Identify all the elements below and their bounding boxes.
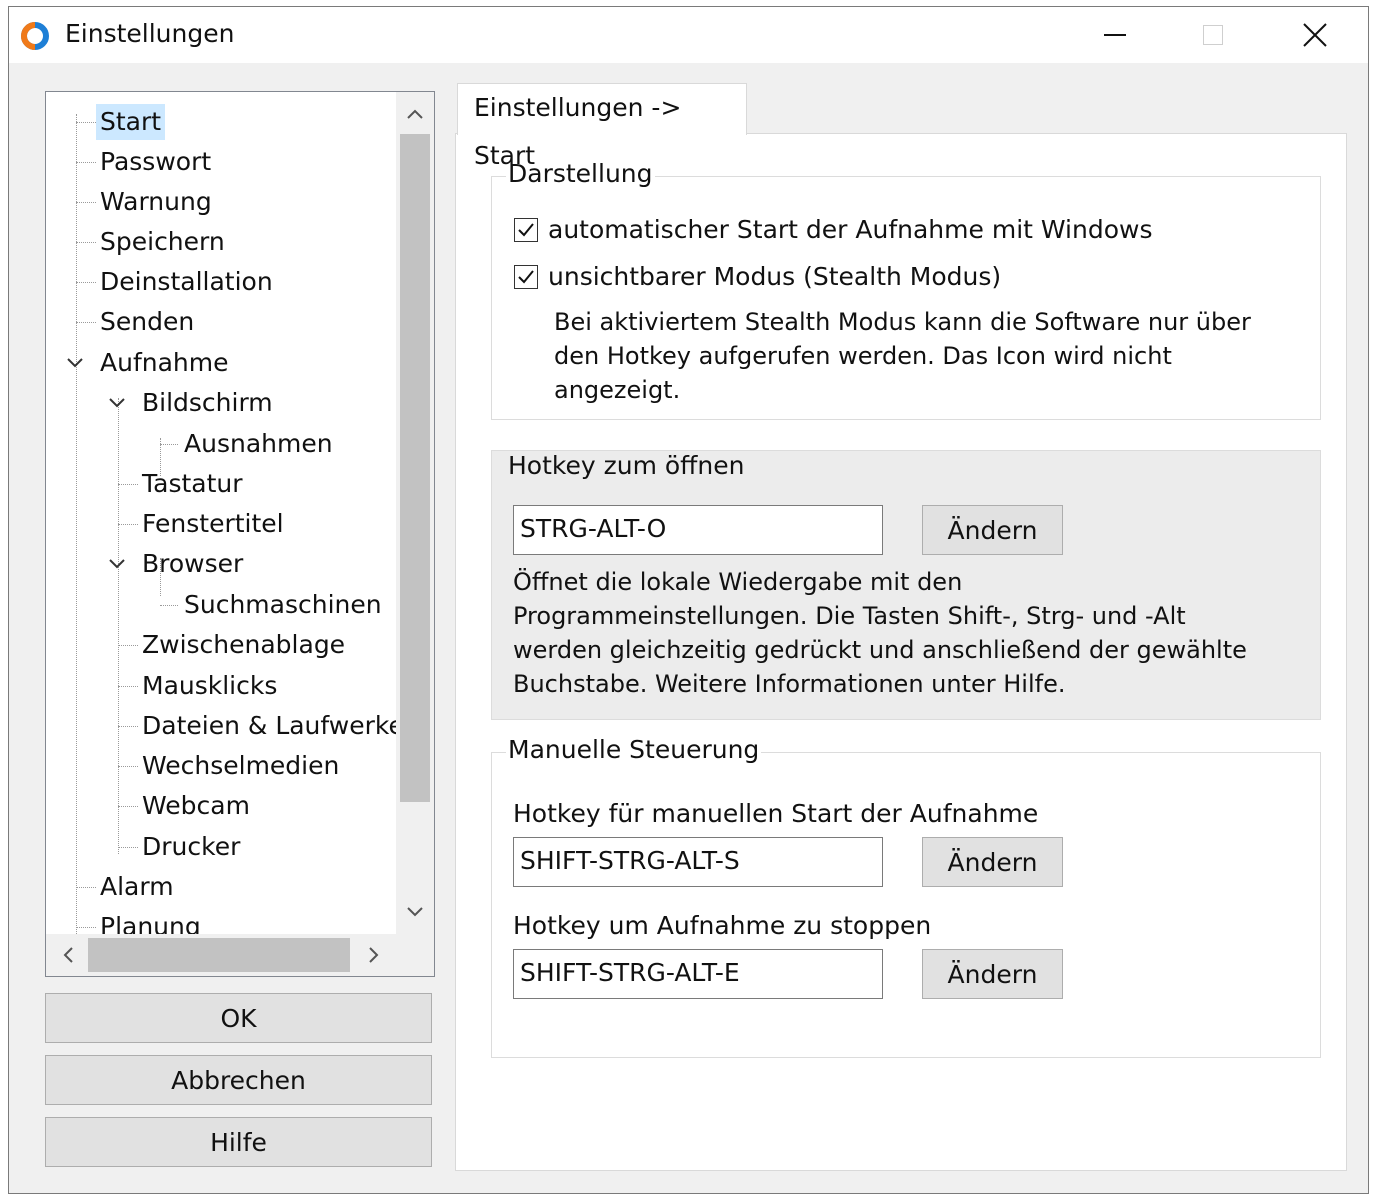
tree-connector	[76, 114, 77, 940]
manual-stop-label: Hotkey um Aufnahme zu stoppen	[513, 911, 932, 940]
tree-connector	[160, 444, 178, 445]
scroll-left-icon[interactable]	[58, 945, 78, 965]
manual-control-group: Manuelle Steuerung Hotkey für manuellen …	[491, 735, 1321, 1058]
horizontal-scrollbar[interactable]	[46, 934, 398, 976]
close-icon	[1303, 23, 1327, 47]
maximize-button[interactable]	[1165, 7, 1261, 63]
checkmark-icon	[518, 222, 534, 236]
tree-connector	[118, 645, 138, 646]
manual-start-label: Hotkey für manuellen Start der Aufnahme	[513, 799, 1039, 828]
tree-connector	[76, 322, 96, 323]
tree-item-aufnahme[interactable]: Aufnahme	[96, 345, 233, 381]
manual-start-input[interactable]: SHIFT-STRG-ALT-S	[513, 837, 883, 887]
scroll-down-icon[interactable]	[405, 902, 425, 922]
tree-item-deinstallation[interactable]: Deinstallation	[96, 264, 277, 300]
autostart-checkbox[interactable]	[514, 217, 538, 242]
tree-item-ausnahmen[interactable]: Ausnahmen	[180, 426, 337, 462]
app-logo-icon	[21, 22, 49, 50]
tree-item-mausklicks[interactable]: Mausklicks	[138, 668, 281, 704]
hotkey-open-title: Hotkey zum öffnen	[506, 451, 747, 480]
hotkey-description-line: werden gleichzeitig gedrückt und anschli…	[513, 636, 1247, 664]
tree-item-drucker[interactable]: Drucker	[138, 829, 244, 865]
display-group: Darstellung automatischer Start der Aufn…	[491, 159, 1321, 420]
vertical-scroll-thumb[interactable]	[400, 134, 430, 802]
horizontal-scroll-thumb[interactable]	[88, 938, 350, 972]
minimize-icon	[1104, 34, 1126, 36]
stealth-description-line: den Hotkey aufgerufen werden. Das Icon w…	[554, 342, 1172, 370]
scrollbar-corner	[396, 934, 434, 976]
manual-control-title: Manuelle Steuerung	[506, 735, 762, 764]
settings-window: Einstellungen Start Passwort Warnung Spe…	[8, 6, 1369, 1194]
settings-tree[interactable]: Start Passwort Warnung Speichern Deinsta…	[45, 91, 435, 977]
autostart-option[interactable]: automatischer Start der Aufnahme mit Win…	[514, 215, 1152, 244]
tree-item-suchmaschinen[interactable]: Suchmaschinen	[180, 587, 386, 623]
tree-item-tastatur[interactable]: Tastatur	[138, 466, 247, 502]
minimize-button[interactable]	[1067, 7, 1163, 63]
tree-item-start[interactable]: Start	[96, 104, 166, 140]
tree-connector	[160, 605, 178, 606]
tab-page: Darstellung automatischer Start der Aufn…	[455, 133, 1347, 1171]
maximize-icon	[1203, 25, 1223, 45]
tree-connector	[76, 162, 96, 163]
help-button[interactable]: Hilfe	[45, 1117, 432, 1167]
change-open-hotkey-button[interactable]: Ändern	[922, 505, 1063, 555]
stealth-checkbox[interactable]	[514, 264, 538, 289]
stealth-label[interactable]: unsichtbarer Modus (Stealth Modus)	[548, 262, 1001, 291]
tree-connector	[118, 847, 138, 848]
tree-connector	[118, 726, 138, 727]
stealth-option[interactable]: unsichtbarer Modus (Stealth Modus)	[514, 262, 1001, 291]
tree-item-speichern[interactable]: Speichern	[96, 224, 229, 260]
tab-start[interactable]: Einstellungen -> Start	[457, 83, 747, 170]
tree-connector	[118, 686, 138, 687]
tree-item-fenstertitel[interactable]: Fenstertitel	[138, 506, 288, 542]
tree-connector	[76, 887, 96, 888]
tree-item-passwort[interactable]: Passwort	[96, 144, 215, 180]
tree-connector	[76, 282, 96, 283]
tree-item-bildschirm[interactable]: Bildschirm	[138, 385, 277, 421]
change-stop-hotkey-button[interactable]: Ändern	[922, 949, 1063, 999]
tree-connector	[118, 484, 138, 485]
manual-stop-input[interactable]: SHIFT-STRG-ALT-E	[513, 949, 883, 999]
tree-connector	[76, 122, 96, 123]
tree-connector	[118, 398, 119, 854]
tree-connector	[76, 927, 96, 928]
close-button[interactable]	[1267, 7, 1363, 63]
checkmark-icon	[518, 269, 534, 283]
chevron-down-icon[interactable]	[108, 555, 126, 573]
tree-connector	[76, 202, 96, 203]
tree-item-webcam[interactable]: Webcam	[138, 788, 254, 824]
tree-item-zwischenablage[interactable]: Zwischenablage	[138, 627, 349, 663]
tree-item-warnung[interactable]: Warnung	[96, 184, 216, 220]
tree-connector	[118, 524, 138, 525]
change-start-hotkey-button[interactable]: Ändern	[922, 837, 1063, 887]
tree-connector	[76, 242, 96, 243]
window-title: Einstellungen	[65, 19, 235, 48]
chevron-down-icon[interactable]	[108, 394, 126, 412]
tree-connector	[118, 766, 138, 767]
scroll-right-icon[interactable]	[364, 945, 384, 965]
cancel-button[interactable]: Abbrechen	[45, 1055, 432, 1105]
stealth-description: Bei aktiviertem Stealth Modus kann die S…	[554, 305, 1251, 407]
hotkey-description-line: Buchstabe. Weitere Informationen unter H…	[513, 670, 1066, 698]
tree-item-alarm[interactable]: Alarm	[96, 869, 178, 905]
scroll-up-icon[interactable]	[405, 104, 425, 124]
tree-item-senden[interactable]: Senden	[96, 304, 198, 340]
stealth-description-line: angezeigt.	[554, 376, 681, 404]
chevron-down-icon[interactable]	[66, 354, 84, 372]
ok-button[interactable]: OK	[45, 993, 432, 1043]
stealth-description-line: Bei aktiviertem Stealth Modus kann die S…	[554, 308, 1251, 336]
autostart-label[interactable]: automatischer Start der Aufnahme mit Win…	[548, 215, 1152, 244]
title-bar: Einstellungen	[9, 7, 1368, 63]
hotkey-description-line: Öffnet die lokale Wiedergabe mit den	[513, 568, 963, 596]
tree-item-wechselmedien[interactable]: Wechselmedien	[138, 748, 343, 784]
hotkey-open-description: Öffnet die lokale Wiedergabe mit den Pro…	[513, 565, 1247, 701]
tree-connector	[118, 806, 138, 807]
hotkey-description-line: Programmeinstellungen. Die Tasten Shift-…	[513, 602, 1186, 630]
hotkey-open-group: Hotkey zum öffnen STRG-ALT-O Ändern Öffn…	[491, 450, 1321, 720]
hotkey-open-input[interactable]: STRG-ALT-O	[513, 505, 883, 555]
tree-item-browser[interactable]: Browser	[138, 546, 247, 582]
tree-item-dateien-laufwerke[interactable]: Dateien & Laufwerke	[138, 708, 408, 744]
vertical-scrollbar[interactable]	[396, 92, 434, 934]
